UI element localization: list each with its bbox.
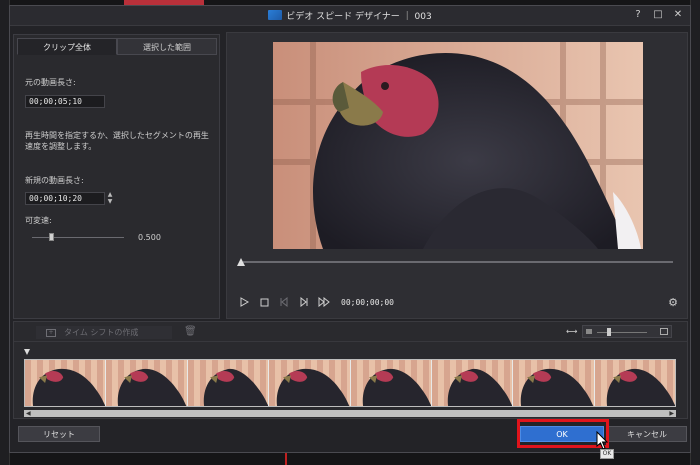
new-length-input[interactable]: 00;00;10;20 (25, 192, 105, 205)
next-frame-icon[interactable] (297, 295, 311, 309)
window-title: ビデオ スピード デザイナー ｜ 003 (10, 9, 690, 22)
zoom-thumb[interactable] (607, 328, 611, 336)
variable-speed-value: 0.500 (138, 233, 161, 242)
new-length-stepper[interactable]: ▲ ▼ (105, 191, 115, 206)
seek-handle-icon[interactable] (237, 258, 245, 266)
filmstrip-frame (25, 360, 107, 406)
previous-frame-icon[interactable] (277, 295, 291, 309)
stepper-up-icon[interactable]: ▲ (105, 191, 115, 198)
play-icon[interactable] (237, 295, 251, 309)
timeline-panel: + タイム シフトの作成 🗑 ⟷ ◀ ▶ (13, 321, 688, 419)
cancel-button[interactable]: キャンセル (607, 426, 687, 442)
zoom-track[interactable] (597, 332, 647, 333)
video-speed-designer-dialog: ビデオ スピード デザイナー ｜ 003 ? □ ✕ クリップ全体 選択した範囲… (9, 5, 691, 459)
preview-panel: 00;00;00;00 ⚙ (226, 32, 688, 319)
preview-seek-bar[interactable] (243, 261, 673, 263)
original-length-label: 元の動画長さ: (25, 78, 76, 87)
filmstrip-frame (513, 360, 595, 406)
variable-speed-label: 可変速: (25, 216, 52, 225)
variable-speed-slider-thumb[interactable] (49, 233, 54, 241)
filmstrip-frame (350, 360, 432, 406)
filmstrip-frame (594, 360, 675, 406)
fast-forward-icon[interactable] (317, 295, 331, 309)
scroll-left-icon[interactable]: ◀ (26, 410, 31, 417)
create-time-shift-label: タイム シフトの作成 (64, 328, 139, 337)
new-length-label: 新規の動画長さ: (25, 176, 84, 185)
maximize-icon[interactable]: □ (652, 9, 664, 20)
preview-timecode: 00;00;00;00 (341, 297, 394, 307)
title-bar[interactable]: ビデオ スピード デザイナー ｜ 003 ? □ ✕ (10, 6, 690, 26)
create-time-shift-button[interactable]: + タイム シフトの作成 (36, 326, 172, 339)
background-timeline-cursor (285, 452, 287, 465)
filmstrip-frame (187, 360, 270, 406)
speed-settings-panel: クリップ全体 選択した範囲 元の動画長さ: 00;00;05;10 再生時間を指… (13, 34, 220, 319)
reset-button[interactable]: リセット (18, 426, 100, 442)
settings-icon[interactable]: ⚙ (667, 297, 679, 309)
help-icon[interactable]: ? (632, 9, 644, 20)
filmstrip-frame (431, 360, 514, 406)
stepper-down-icon[interactable]: ▼ (105, 198, 115, 205)
close-icon[interactable]: ✕ (672, 9, 684, 20)
video-preview (273, 42, 643, 249)
tab-selected-range[interactable]: 選択した範囲 (117, 38, 217, 55)
tab-entire-clip[interactable]: クリップ全体 (17, 38, 117, 55)
playback-controls: 00;00;00;00 (237, 295, 394, 309)
zoom-in-icon[interactable] (660, 328, 668, 335)
variable-speed-slider[interactable] (32, 237, 124, 238)
fit-width-icon[interactable]: ⟷ (566, 327, 577, 336)
delete-icon[interactable]: 🗑 (184, 326, 197, 337)
ok-tooltip: OK (600, 449, 614, 459)
timeline-filmstrip[interactable] (24, 359, 676, 407)
speed-description: 再生時間を指定するか、選択したセグメントの再生速度を調整します。 (25, 131, 209, 151)
clip-tabs: クリップ全体 選択した範囲 (17, 38, 217, 55)
add-time-shift-icon: + (46, 328, 56, 337)
eagle-image (273, 42, 643, 249)
app-logo-icon (268, 10, 283, 20)
scroll-right-icon[interactable]: ▶ (669, 410, 674, 417)
filmstrip-frame (106, 360, 188, 406)
mouse-cursor-icon (596, 431, 609, 450)
timeline-zoom-slider[interactable] (582, 325, 672, 338)
timeline-scrollbar[interactable]: ◀ ▶ (24, 410, 676, 417)
timeline-toolbar: + タイム シフトの作成 🗑 ⟷ (14, 322, 687, 342)
stop-icon[interactable] (257, 295, 271, 309)
filmstrip-frame (269, 360, 351, 406)
app-right-edge (690, 0, 700, 465)
window-title-text: ビデオ スピード デザイナー ｜ 003 (286, 12, 432, 22)
timeline-playhead[interactable] (24, 349, 30, 355)
original-length-value: 00;00;05;10 (25, 95, 105, 108)
zoom-out-icon[interactable] (586, 329, 592, 334)
